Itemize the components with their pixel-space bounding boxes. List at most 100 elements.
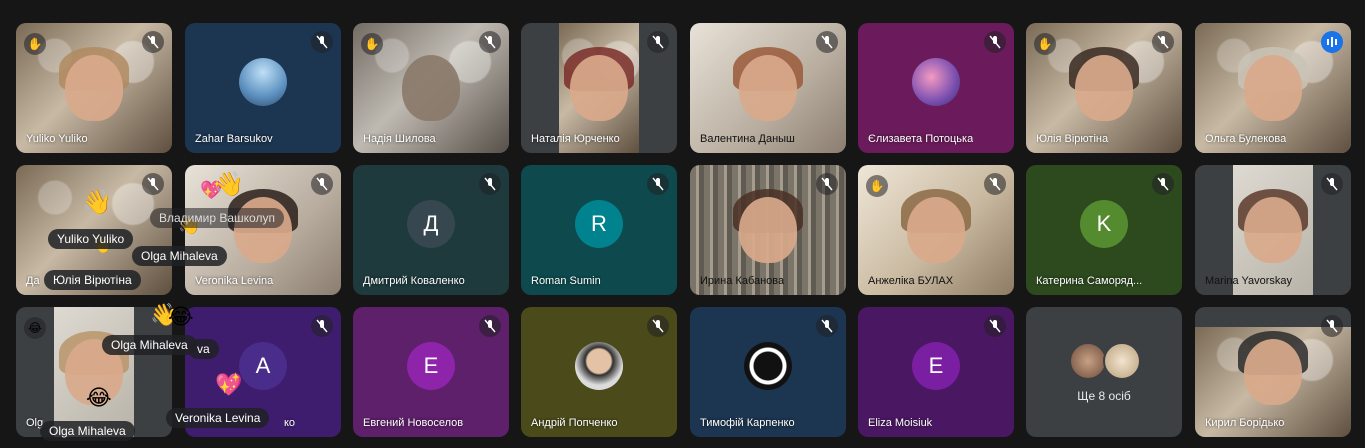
participant-name: Юлія Вірютіна — [1036, 133, 1109, 145]
participant-face — [570, 55, 628, 122]
participant-face — [1075, 55, 1133, 122]
mic-off-icon — [1321, 173, 1343, 195]
participant-face — [739, 55, 797, 122]
reaction-sender-label: Veronika Levina — [166, 408, 270, 428]
mic-off-icon — [142, 173, 164, 195]
participant-name: Yuliko Yuliko — [26, 133, 88, 145]
mic-off-icon — [816, 173, 838, 195]
reaction-sender-label: Yuliko Yuliko — [48, 229, 134, 249]
speaking-indicator-icon — [1321, 31, 1343, 53]
mic-off-icon — [142, 31, 164, 53]
participant-avatar — [239, 58, 287, 106]
participant-name: Roman Sumin — [531, 275, 601, 287]
participant-tile[interactable]: Андрій Попченко — [521, 307, 677, 437]
participant-avatar — [912, 58, 960, 106]
wave-emoji-icon: 👋 — [82, 189, 112, 216]
reaction-sender-label: Olga Mihaleva — [102, 335, 197, 355]
mic-off-icon — [311, 31, 333, 53]
laughing-emoji-icon: 😂 — [24, 317, 46, 339]
mic-off-icon — [647, 173, 669, 195]
participant-tile[interactable]: ✋ Надія Шилова — [353, 23, 509, 153]
reaction-sender-label: Olga Mihaleva — [40, 421, 135, 441]
reaction-sender-label: Владимир Вашколуп — [150, 208, 284, 228]
participant-tile[interactable]: Єлизавета Потоцька — [858, 23, 1014, 153]
participant-avatar — [1069, 342, 1107, 380]
participant-tile[interactable]: E Eliza Moisiuk — [858, 307, 1014, 437]
participant-avatar: A — [239, 342, 287, 390]
mic-off-icon — [311, 315, 333, 337]
participant-tile[interactable]: ✋ Yuliko Yuliko — [16, 23, 172, 153]
participant-tile[interactable]: R Roman Sumin — [521, 165, 677, 295]
participant-name: Єлизавета Потоцька — [868, 133, 974, 145]
participant-face — [907, 197, 965, 264]
more-participants-label: Ще 8 осіб — [1077, 389, 1131, 403]
participant-tile[interactable]: Валентина Даныш — [690, 23, 846, 153]
participant-name: Zahar Barsukov — [195, 133, 273, 145]
participant-face — [1244, 339, 1302, 406]
participant-avatar: E — [407, 342, 455, 390]
wave-emoji-icon: 👋 — [214, 171, 244, 198]
mic-off-icon — [479, 173, 501, 195]
laughing-emoji-icon: 😂 — [168, 304, 194, 329]
participant-face — [402, 55, 460, 122]
laughing-emoji-icon: 😂 — [86, 385, 112, 410]
participant-name: Ольга Булекова — [1205, 133, 1287, 145]
participant-tile[interactable]: K Катерина Саморяд... — [1026, 165, 1182, 295]
participant-avatar: R — [575, 200, 623, 248]
participant-tile[interactable]: ✋ Анжеліка БУЛАХ — [858, 165, 1014, 295]
participant-tile[interactable]: Zahar Barsukov — [185, 23, 341, 153]
participant-name: Дмитрий Коваленко — [363, 275, 465, 287]
mic-off-icon — [647, 31, 669, 53]
participant-tile[interactable]: 😂 Olg — [16, 307, 172, 437]
participant-tile[interactable]: Ирина Кабанова — [690, 165, 846, 295]
participant-name: Анжеліка БУЛАХ — [868, 275, 954, 287]
participant-name: Ирина Кабанова — [700, 275, 785, 287]
participant-face — [739, 197, 797, 264]
participant-tile[interactable]: ✋ Юлія Вірютіна — [1026, 23, 1182, 153]
raised-hand-icon: ✋ — [24, 33, 46, 55]
participant-name: Кирил Борідько — [1205, 417, 1285, 429]
participant-tile[interactable]: Кирил Борідько — [1195, 307, 1351, 437]
raised-hand-icon: ✋ — [1034, 33, 1056, 55]
mic-off-icon — [647, 315, 669, 337]
participant-face — [65, 55, 123, 122]
mic-off-icon — [984, 315, 1006, 337]
participant-name: ко — [283, 417, 295, 429]
participant-tile[interactable]: E Евгений Новоселов — [353, 307, 509, 437]
mic-off-icon — [479, 31, 501, 53]
participant-face — [1244, 197, 1302, 264]
participant-tile[interactable]: Marina Yavorskay — [1195, 165, 1351, 295]
participant-avatar — [1103, 342, 1141, 380]
mic-off-icon — [816, 31, 838, 53]
participant-tile[interactable]: Д Дмитрий Коваленко — [353, 165, 509, 295]
participant-name: Евгений Новоселов — [363, 417, 464, 429]
mic-off-icon — [1152, 31, 1174, 53]
participant-name: Veronika Levina — [195, 275, 274, 287]
participant-tile[interactable]: Тимофій Карпенко — [690, 307, 846, 437]
participant-avatar — [744, 342, 792, 390]
participant-avatar: E — [912, 342, 960, 390]
reaction-sender-label: Юлія Вірютіна — [44, 270, 141, 290]
raised-hand-icon: ✋ — [866, 175, 888, 197]
mic-off-icon — [479, 315, 501, 337]
mic-off-icon — [1152, 173, 1174, 195]
mic-off-icon — [1321, 315, 1343, 337]
participant-name: Андрій Попченко — [531, 417, 618, 429]
participant-name: Marina Yavorskay — [1205, 275, 1293, 287]
participant-avatar: Д — [407, 200, 455, 248]
participant-grid: ✋ Yuliko Yuliko Zahar Barsukov ✋ Надія Ш… — [0, 0, 1365, 448]
participant-name: Валентина Даныш — [700, 133, 795, 145]
participant-tile[interactable]: Наталія Юрченко — [521, 23, 677, 153]
participant-name: Тимофій Карпенко — [700, 417, 795, 429]
reaction-sender-label: Olga Mihaleva — [132, 246, 227, 266]
participant-name: Наталія Юрченко — [531, 133, 620, 145]
mic-off-icon — [816, 315, 838, 337]
mic-off-icon — [984, 173, 1006, 195]
more-participants-tile[interactable]: Ще 8 осіб — [1026, 307, 1182, 437]
participant-name: Да — [26, 275, 40, 287]
participant-face — [1244, 55, 1302, 122]
heart-emoji-icon: 💖 — [215, 372, 243, 397]
participant-tile-speaking[interactable]: Ольга Булекова — [1195, 23, 1351, 153]
mic-off-icon — [984, 31, 1006, 53]
participant-name: Катерина Саморяд... — [1036, 275, 1143, 287]
